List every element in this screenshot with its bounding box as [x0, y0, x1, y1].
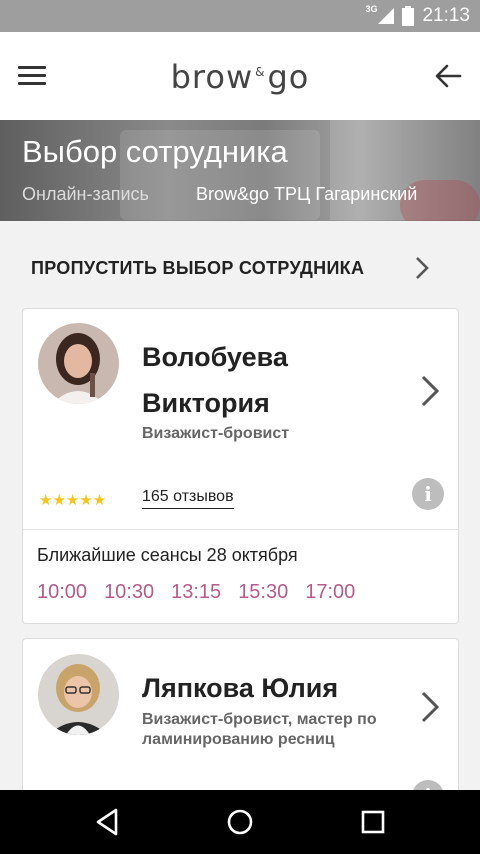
time-slot[interactable]: 10:30 — [104, 581, 154, 604]
nav-home-icon[interactable] — [224, 806, 256, 838]
nav-recents-icon[interactable] — [357, 806, 389, 838]
employee-card[interactable]: Волобуева Виктория Визажист-бровист ★★★★… — [22, 308, 459, 624]
breadcrumb-online-booking: Онлайн-запись — [22, 184, 149, 204]
skip-label: ПРОПУСТИТЬ ВЫБОР СОТРУДНИКА — [31, 258, 365, 278]
session-times: 10:00 10:30 13:15 15:30 17:00 — [37, 581, 372, 604]
breadcrumb-salon: Brow&go ТРЦ Гагаринский — [196, 184, 418, 204]
employee-role-line1: Визажист-бровист, мастер по — [142, 711, 377, 728]
chevron-right-icon — [416, 257, 429, 279]
info-icon[interactable]: i — [412, 478, 444, 510]
divider — [23, 529, 458, 530]
brand-logo: brow &go — [170, 58, 310, 96]
status-bar: 3G 21:13 — [0, 0, 480, 32]
avatar — [38, 654, 119, 735]
page-title: Выбор сотрудника — [22, 134, 288, 169]
app-bar: brow &go — [0, 32, 480, 120]
avatar — [38, 323, 119, 404]
employee-role-line2: ламинированию ресниц — [142, 731, 335, 748]
employee-name-line1: Волобуева — [142, 342, 288, 372]
rating-stars: ★★★★★ — [39, 492, 107, 509]
network-type: 3G — [365, 4, 378, 14]
nav-back-icon[interactable] — [92, 806, 124, 838]
time-slot[interactable]: 17:00 — [305, 581, 355, 604]
battery-icon — [402, 6, 415, 26]
reviews-link[interactable]: 165 отзывов — [142, 488, 234, 509]
time-slot[interactable]: 15:30 — [238, 581, 288, 604]
employee-role: Визажист-бровист — [142, 425, 290, 442]
time-slot[interactable]: 10:00 — [37, 581, 87, 604]
signal-icon — [378, 8, 395, 24]
sessions-label: Ближайшие сеансы 28 октября — [37, 545, 298, 565]
employee-name: Ляпкова Юлия — [142, 673, 339, 703]
chevron-right-icon[interactable] — [419, 375, 441, 407]
employee-name-line2: Виктория — [142, 388, 270, 418]
time-slot[interactable]: 13:15 — [171, 581, 221, 604]
chevron-right-icon[interactable] — [419, 691, 441, 723]
skip-employee-selection-button[interactable]: ПРОПУСТИТЬ ВЫБОР СОТРУДНИКА — [0, 244, 480, 292]
system-nav-bar — [0, 790, 480, 854]
back-arrow-icon[interactable] — [434, 62, 462, 90]
clock: 21:13 — [422, 5, 470, 26]
